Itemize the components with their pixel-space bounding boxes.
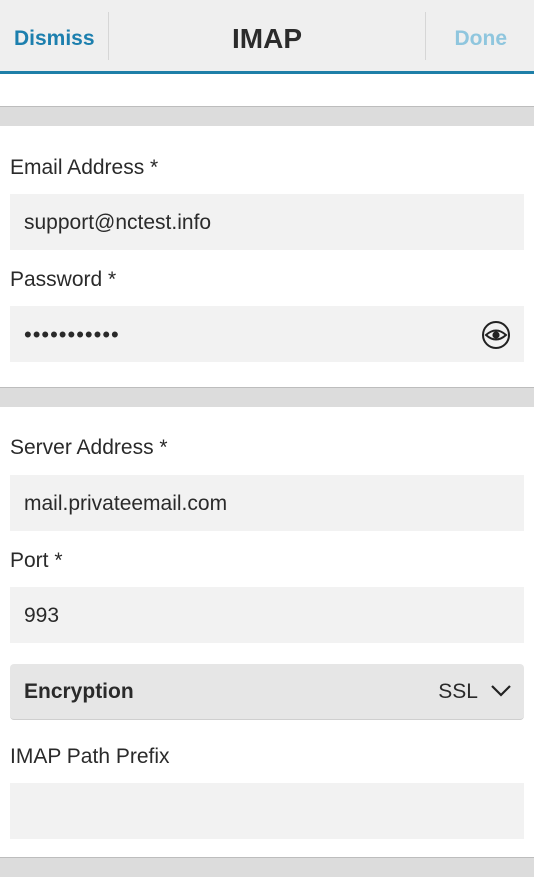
section-divider	[0, 857, 534, 877]
password-field[interactable]: •••••••••••	[10, 306, 524, 362]
eye-icon[interactable]	[481, 320, 511, 350]
encryption-label: Encryption	[24, 680, 134, 703]
server-address-field[interactable]: mail.privateemail.com	[10, 475, 524, 531]
port-label: Port *	[10, 549, 63, 572]
titlebar-divider-right	[425, 12, 426, 60]
server-address-value: mail.privateemail.com	[24, 492, 228, 515]
section-divider	[0, 106, 534, 126]
server-address-label: Server Address *	[10, 436, 168, 459]
email-field[interactable]: support@nctest.info	[10, 194, 524, 250]
port-field[interactable]: 993	[10, 587, 524, 643]
password-value: •••••••••••	[24, 322, 120, 347]
path-prefix-label: IMAP Path Prefix	[10, 745, 170, 768]
section-divider	[0, 387, 534, 407]
encryption-value: SSL	[438, 680, 478, 703]
email-label: Email Address *	[10, 156, 159, 179]
chevron-down-icon	[491, 685, 511, 697]
port-value: 993	[24, 604, 60, 627]
email-value: support@nctest.info	[24, 211, 212, 234]
path-prefix-field[interactable]	[10, 783, 524, 839]
done-button[interactable]: Done	[455, 0, 508, 74]
password-label: Password *	[10, 268, 117, 291]
encryption-dropdown[interactable]: Encryption SSL	[10, 664, 524, 720]
title-bar: Dismiss IMAP Done	[0, 0, 534, 74]
